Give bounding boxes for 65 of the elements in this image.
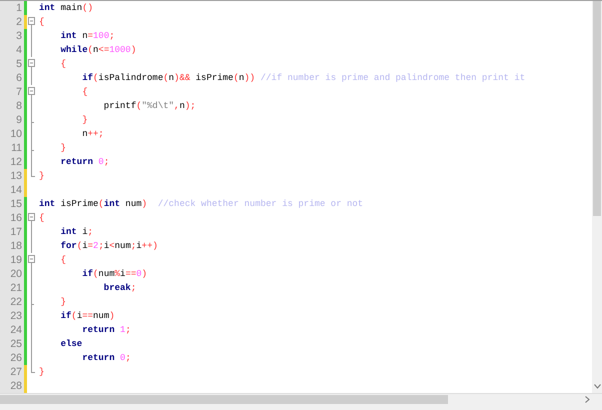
line-number: 23 xyxy=(10,310,22,322)
line-number: 1 xyxy=(16,2,22,14)
line-number: 9 xyxy=(16,114,22,126)
horizontal-scrollbar[interactable] xyxy=(0,393,602,405)
code-line: break; xyxy=(102,282,136,294)
scrollbar-thumb[interactable] xyxy=(593,1,601,216)
code-line: if(isPalindrome(n)&& isPrime(n)) //if number is prime and palindrome then print it xyxy=(81,72,526,84)
code-line: else xyxy=(60,338,82,350)
line-number: 24 xyxy=(10,324,22,336)
line-number: 16 xyxy=(10,212,22,224)
code-line: return 1; xyxy=(81,324,131,336)
fold-box-icon[interactable] xyxy=(28,17,35,29)
scroll-down-icon[interactable] xyxy=(594,384,600,389)
line-number: 4 xyxy=(16,44,22,56)
code-line: { xyxy=(39,212,44,224)
code-line: if(i==num) xyxy=(60,310,115,322)
line-number: 5 xyxy=(16,58,22,70)
line-number: 28 xyxy=(10,380,22,392)
code-line: int isPrime(int num) //check whether number is prime or not xyxy=(39,198,364,210)
line-number: 13 xyxy=(10,170,22,182)
fold-box-icon[interactable] xyxy=(28,87,35,99)
code-line: } xyxy=(39,170,44,182)
line-number: 15 xyxy=(10,198,22,210)
line-number: 19 xyxy=(10,254,22,266)
fold-box-icon[interactable] xyxy=(28,59,35,71)
code-line: printf("%d\t",n); xyxy=(102,100,196,112)
code-line: { xyxy=(60,254,66,266)
line-number: 25 xyxy=(10,338,22,350)
line-number: 20 xyxy=(10,268,22,280)
line-number: 27 xyxy=(10,366,22,378)
code-line: int i; xyxy=(60,226,94,238)
code-line: while(n<=1000) xyxy=(60,44,136,56)
scrollbar-thumb[interactable] xyxy=(0,395,448,404)
code-line: int n=100; xyxy=(60,30,115,42)
line-number: 11 xyxy=(11,142,22,154)
code-line: } xyxy=(39,366,44,378)
code-line: return 0; xyxy=(81,352,131,364)
fold-box-icon[interactable] xyxy=(28,213,35,225)
line-number: 21 xyxy=(10,282,22,294)
code-line: { xyxy=(81,86,88,98)
line-number: 6 xyxy=(16,72,22,84)
line-number: 10 xyxy=(10,128,22,140)
code-line: if(num%i==0) xyxy=(81,268,148,280)
code-line: n++; xyxy=(81,128,104,140)
code-line: { xyxy=(60,58,66,70)
code-line: return 0; xyxy=(60,156,110,168)
line-number: 14 xyxy=(10,184,22,196)
line-number: 12 xyxy=(10,156,22,168)
line-number: 8 xyxy=(16,100,22,112)
vertical-scrollbar[interactable] xyxy=(592,1,602,393)
code-line: int main() xyxy=(39,2,94,14)
code-line: for(i=2;i<num;i++) xyxy=(60,240,158,252)
line-number: 2 xyxy=(16,16,22,28)
code-line: } xyxy=(60,142,66,154)
code-line: } xyxy=(60,296,66,308)
line-number: 18 xyxy=(10,240,22,252)
fold-box-icon[interactable] xyxy=(28,255,35,267)
line-number: 7 xyxy=(16,86,22,98)
line-number: 26 xyxy=(10,352,22,364)
code-line: } xyxy=(81,114,88,126)
scroll-right-icon[interactable] xyxy=(585,396,590,403)
line-number: 3 xyxy=(16,30,22,42)
code-line: { xyxy=(39,16,44,28)
line-number: 17 xyxy=(10,226,22,238)
line-number: 22 xyxy=(10,296,22,308)
